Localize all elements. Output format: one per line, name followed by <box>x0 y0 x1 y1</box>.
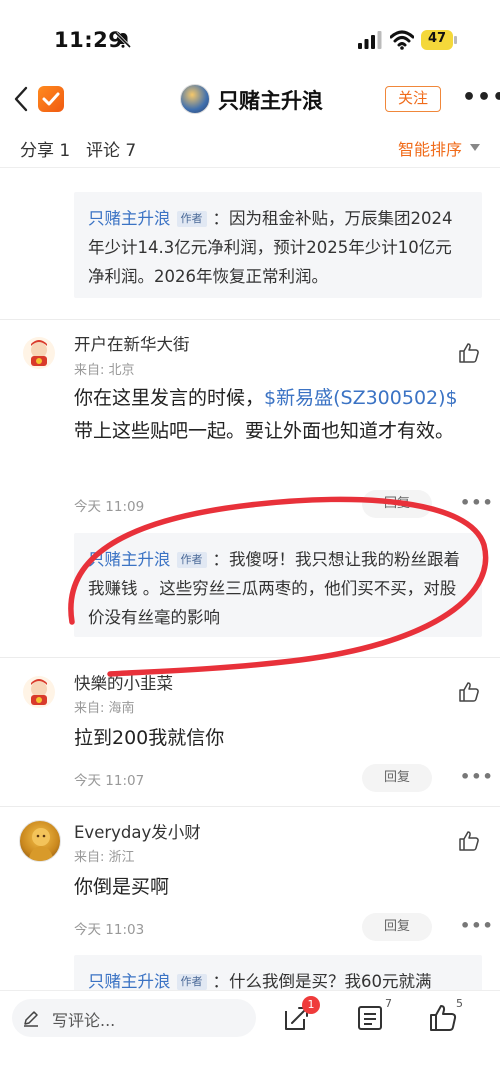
page-title: 只赌主升浪 <box>218 89 323 113</box>
stock-link[interactable]: $新易盛(SZ300502)$ <box>264 387 458 409</box>
tab-comments[interactable]: 评论 7 <box>86 136 136 161</box>
avatar[interactable] <box>22 675 56 709</box>
like-icon[interactable] <box>458 681 480 703</box>
comment-count: 7 <box>385 997 392 1010</box>
mute-bell-icon <box>114 31 132 49</box>
reply-button[interactable]: 回复 <box>362 490 432 518</box>
status-time: 11:29 <box>54 28 124 52</box>
commenter-location: 来自: 北京 <box>74 363 135 378</box>
quote-author[interactable]: 只赌主升浪 <box>88 972 171 991</box>
reply-button[interactable]: 回复 <box>362 764 432 792</box>
divider <box>0 806 500 807</box>
pencil-icon <box>24 1011 38 1027</box>
comment-list-icon[interactable] <box>356 1003 386 1033</box>
author-badge: 作者 <box>176 211 207 227</box>
commenter-location: 来自: 浙江 <box>74 850 135 865</box>
comment-time: 今天 11:09 <box>74 499 145 515</box>
like-count: 5 <box>456 997 463 1010</box>
comment-input[interactable] <box>12 999 256 1037</box>
status-bar: 11:29 47 <box>0 0 500 78</box>
battery-level: 47 <box>427 31 447 46</box>
app-logo-icon[interactable] <box>38 86 64 112</box>
follow-button[interactable]: 关注 <box>385 86 441 112</box>
wifi-icon <box>390 30 414 50</box>
reply-button[interactable]: 回复 <box>362 913 432 941</box>
divider <box>0 657 500 658</box>
commenter-name[interactable]: Everyday发小财 <box>74 819 201 843</box>
comment-text: 拉到200我就信你 <box>74 727 225 749</box>
author-badge: 作者 <box>176 974 207 990</box>
back-icon[interactable] <box>12 86 30 112</box>
quote-text: ：什么我倒是买？我60元就满 <box>212 972 432 991</box>
chevron-down-icon[interactable] <box>470 144 480 151</box>
comment-text: 你倒是买啊 <box>74 876 170 898</box>
commenter-location: 来自: 海南 <box>74 701 135 716</box>
share-badge: 1 <box>302 996 320 1014</box>
author-avatar[interactable] <box>180 84 210 114</box>
comment-text-part: 带上这些贴吧一起。要让外面也知道才有效。 <box>74 420 455 442</box>
signal-icon <box>358 31 382 49</box>
comment-placeholder[interactable]: 写评论... <box>52 1007 115 1031</box>
avatar[interactable] <box>19 820 61 862</box>
more-options-icon[interactable]: ••• <box>460 916 494 935</box>
more-options-icon[interactable]: ••• <box>460 493 494 512</box>
more-menu-icon[interactable]: ••• <box>462 85 500 110</box>
comment-time: 今天 11:03 <box>74 922 145 938</box>
comment-time: 今天 11:07 <box>74 773 145 789</box>
author-reply-quote[interactable]: 只赌主升浪 作者 ：我傻呀！我只想让我的粉丝跟着我赚钱 。这些穷丝三瓜两枣的，他们买… <box>74 533 482 637</box>
commenter-name[interactable]: 开户在新华大街 <box>74 331 190 355</box>
commenter-name[interactable]: 快樂的小韭菜 <box>74 670 173 694</box>
divider <box>0 319 500 320</box>
like-icon[interactable] <box>458 342 480 364</box>
comment-text: 你在这里发言的时候，$新易盛(SZ300502)$ 带上这些贴吧一起。要让外面也… <box>74 382 474 448</box>
comment-tabs: 分享 1 评论 7 智能排序 <box>0 124 500 168</box>
more-options-icon[interactable]: ••• <box>460 767 494 786</box>
sort-dropdown[interactable]: 智能排序 <box>398 136 462 160</box>
like-icon[interactable] <box>458 830 480 852</box>
thumbs-up-icon[interactable] <box>428 1003 458 1033</box>
quote-author[interactable]: 只赌主升浪 <box>88 550 171 569</box>
avatar[interactable] <box>22 336 56 370</box>
battery-icon: 47 <box>421 30 457 50</box>
bottom-bar: 写评论... 1 7 5 <box>0 990 500 1087</box>
tab-share[interactable]: 分享 1 <box>20 136 70 161</box>
author-badge: 作者 <box>176 552 207 568</box>
quote-author[interactable]: 只赌主升浪 <box>88 209 171 228</box>
comment-text-part: 你在这里发言的时候， <box>74 387 265 409</box>
header: 只赌主升浪 关注 ••• <box>0 78 500 120</box>
author-reply-quote[interactable]: 只赌主升浪 作者 ：因为租金补贴，万辰集团2024年少计14.3亿元净利润，预计20… <box>74 192 482 298</box>
